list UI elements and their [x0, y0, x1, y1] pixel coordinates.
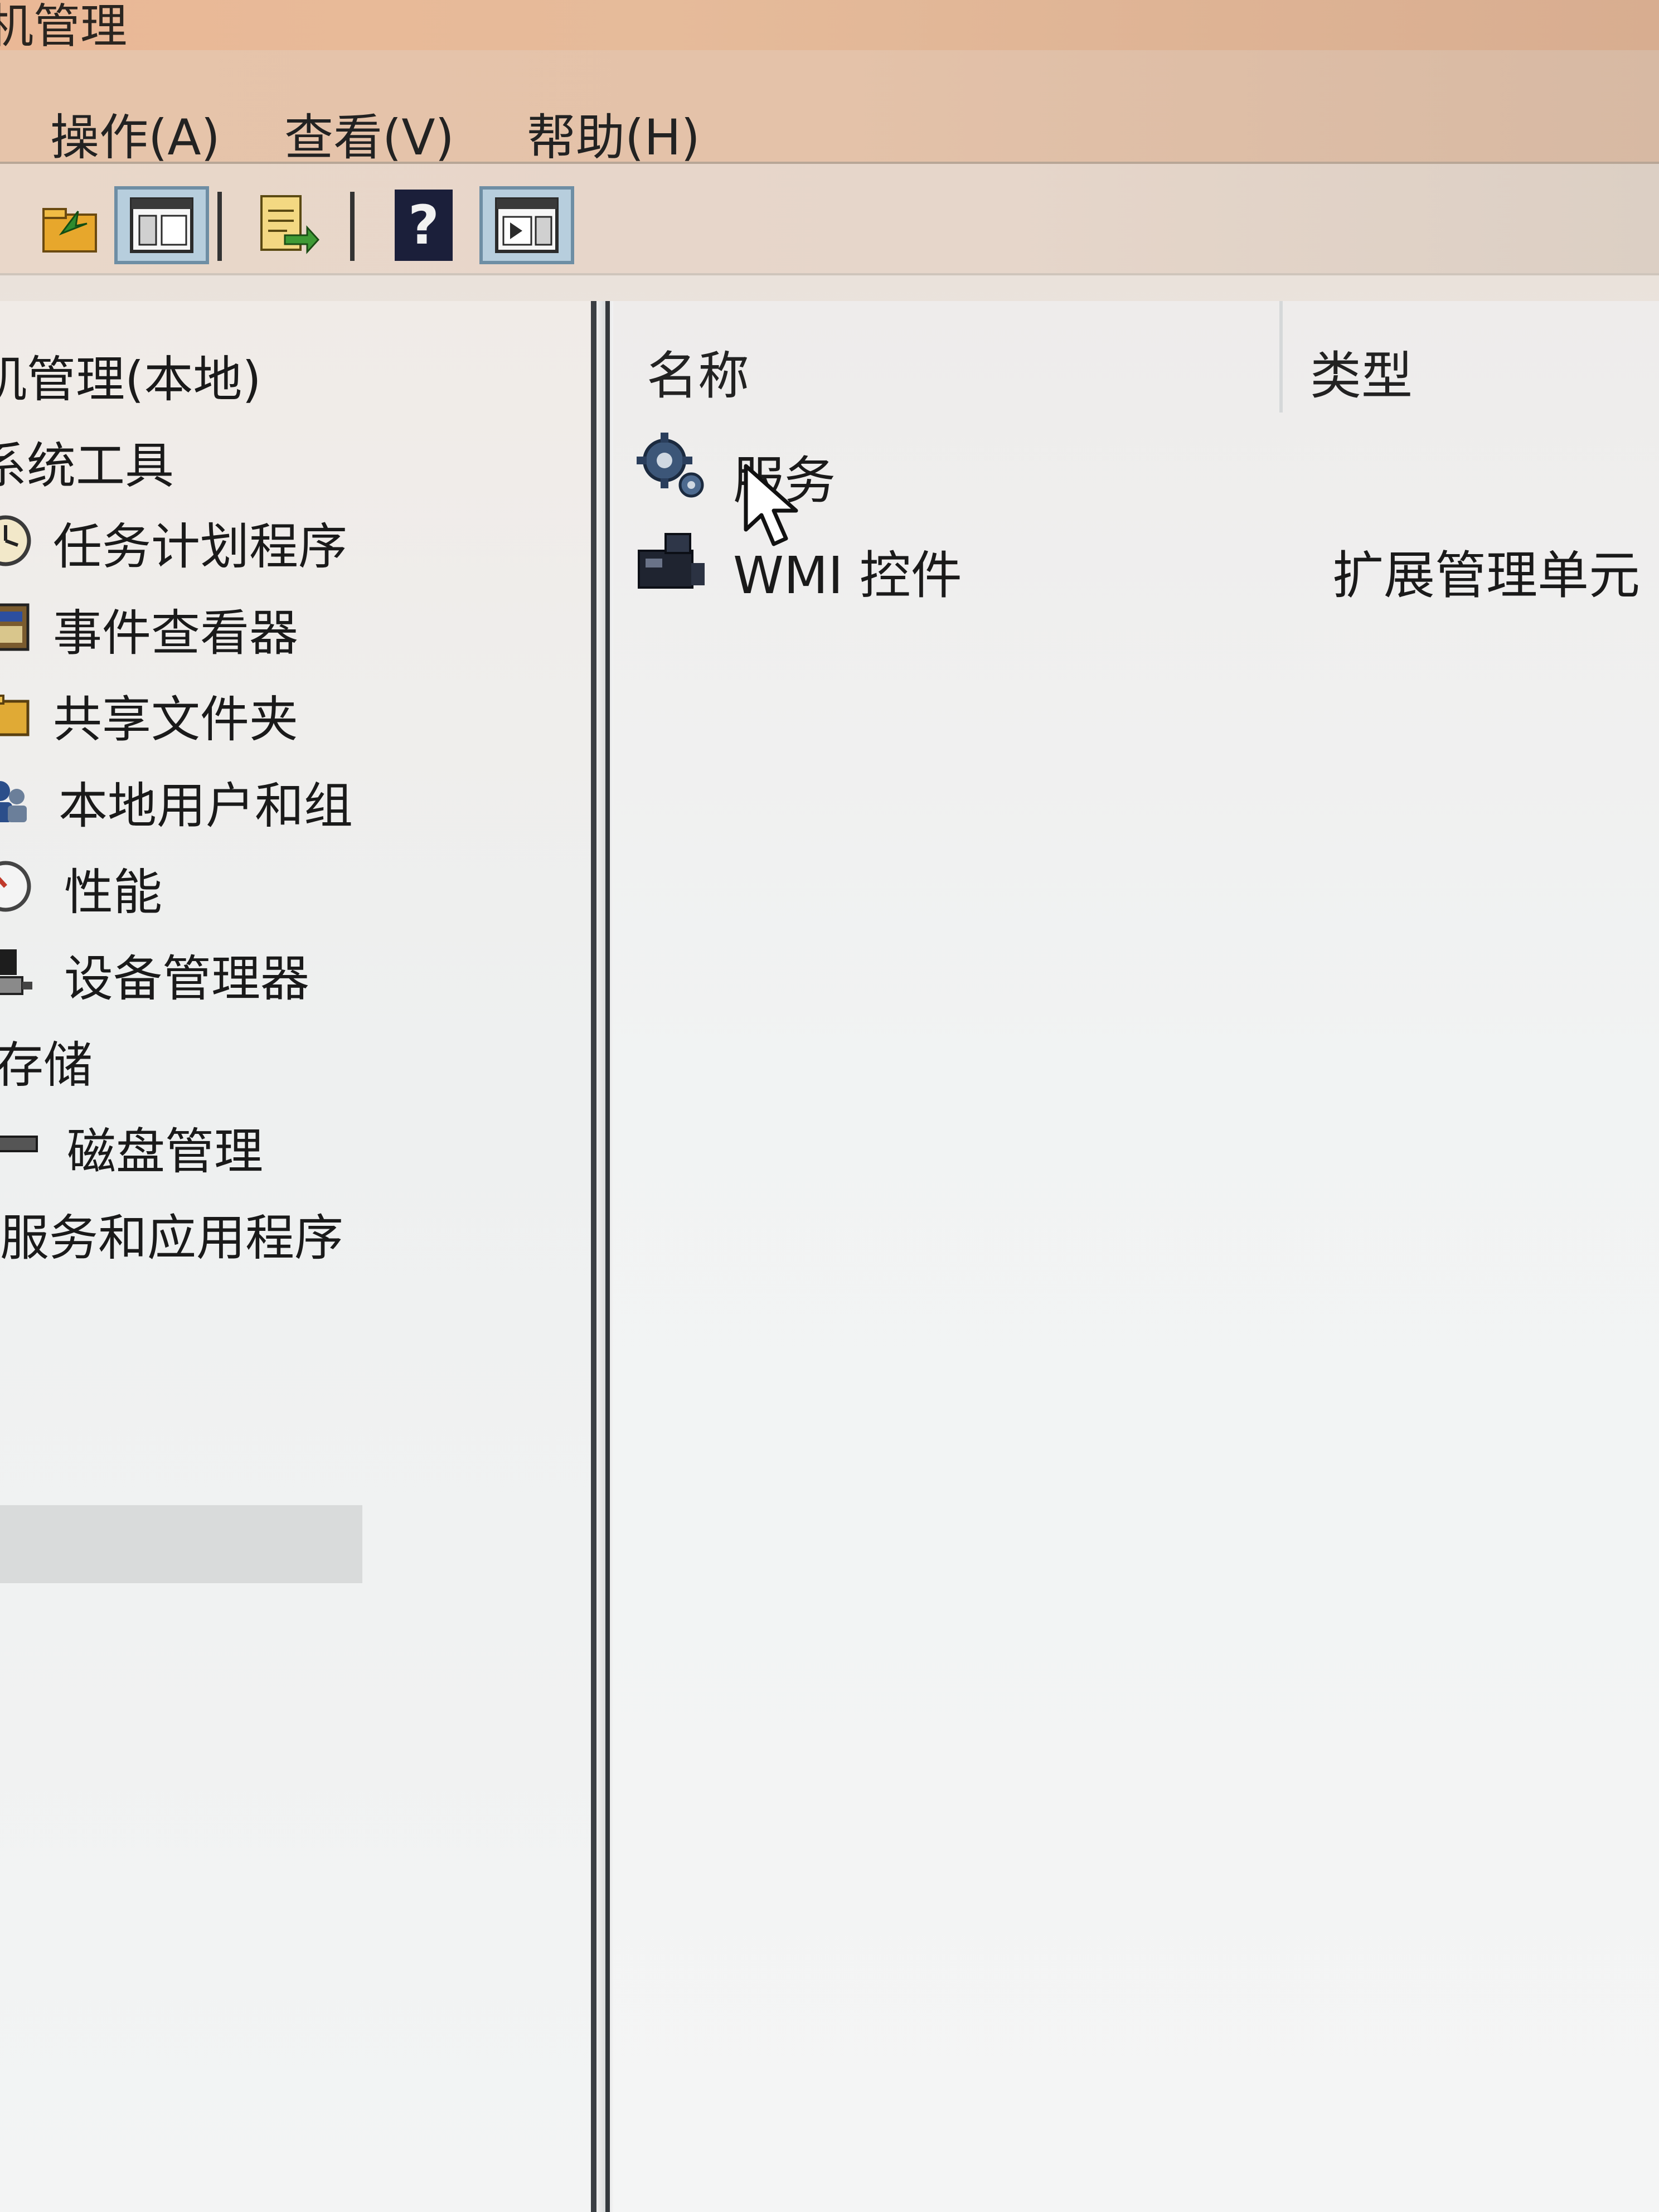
column-separator[interactable] [1279, 301, 1283, 413]
tree-item-system-tools[interactable]: 系统工具 [0, 426, 174, 497]
help-button[interactable]: ? [376, 186, 471, 264]
export-list-button[interactable] [240, 186, 334, 264]
pane-splitter[interactable] [596, 301, 613, 2212]
window-title: 机管理 [0, 0, 128, 54]
menu-bar: 操作(A) 查看(V) 帮助(H) [0, 50, 1659, 166]
tree-item-disk-management[interactable]: 磁盘管理 [67, 1112, 263, 1183]
disk-icon [0, 1136, 38, 1152]
shared-folder-icon [0, 695, 30, 736]
tree-item-task-scheduler[interactable]: 任务计划程序 [53, 507, 347, 578]
tree-item-shared-folders[interactable]: 共享文件夹 [53, 680, 298, 751]
menu-help[interactable]: 帮助(H) [527, 98, 700, 169]
clock-icon [0, 515, 31, 566]
show-hide-console-tree-button[interactable] [114, 186, 209, 264]
toolbar-separator [350, 192, 355, 261]
tree-item-services-apps[interactable]: 服务和应用程序 [0, 1199, 343, 1269]
performance-icon [0, 861, 31, 912]
column-header-type[interactable]: 类型 [1310, 334, 1413, 409]
folder-up-icon [42, 208, 97, 253]
console-tree[interactable]: 机管理(本地) 系统工具 任务计划程序 事件查看器 共享文件夹 本地用户和组 性… [0, 301, 596, 2212]
gear-icon [637, 433, 704, 498]
mouse-cursor-icon [744, 464, 798, 546]
tree-selection-highlight [0, 1505, 362, 1583]
list-item-type: 扩展管理单元 [1332, 546, 1641, 605]
console-view-icon [130, 197, 193, 253]
tree-root[interactable]: 机管理(本地) [0, 340, 261, 411]
list-header: 名称 类型 [613, 301, 1659, 413]
result-list[interactable]: 名称 类型 服务 WMI 控件 扩展管理单元 [613, 301, 1659, 2212]
wmi-control-icon [638, 533, 705, 589]
tree-item-storage[interactable]: 存储 [0, 1026, 93, 1097]
device-manager-icon [0, 949, 32, 995]
show-hide-action-pane-button[interactable] [479, 186, 574, 264]
event-viewer-icon [0, 603, 30, 651]
up-one-level-button[interactable] [22, 186, 117, 264]
tree-item-performance[interactable]: 性能 [64, 853, 162, 924]
title-bar: 机管理 [0, 0, 1659, 54]
users-icon [0, 781, 27, 822]
tree-item-local-users-groups[interactable]: 本地用户和组 [59, 767, 353, 837]
help-icon: ? [395, 190, 453, 261]
toolbar: ? [0, 164, 1659, 275]
column-header-name[interactable]: 名称 [647, 334, 749, 409]
export-list-icon [260, 195, 320, 254]
menu-action[interactable]: 操作(A) [50, 98, 220, 169]
tree-item-event-viewer[interactable]: 事件查看器 [53, 594, 298, 664]
action-pane-icon [495, 197, 559, 253]
toolbar-separator [217, 192, 222, 261]
tree-item-device-manager[interactable]: 设备管理器 [64, 939, 309, 1010]
help-glyph: ? [408, 194, 439, 256]
menu-view[interactable]: 查看(V) [284, 98, 454, 169]
